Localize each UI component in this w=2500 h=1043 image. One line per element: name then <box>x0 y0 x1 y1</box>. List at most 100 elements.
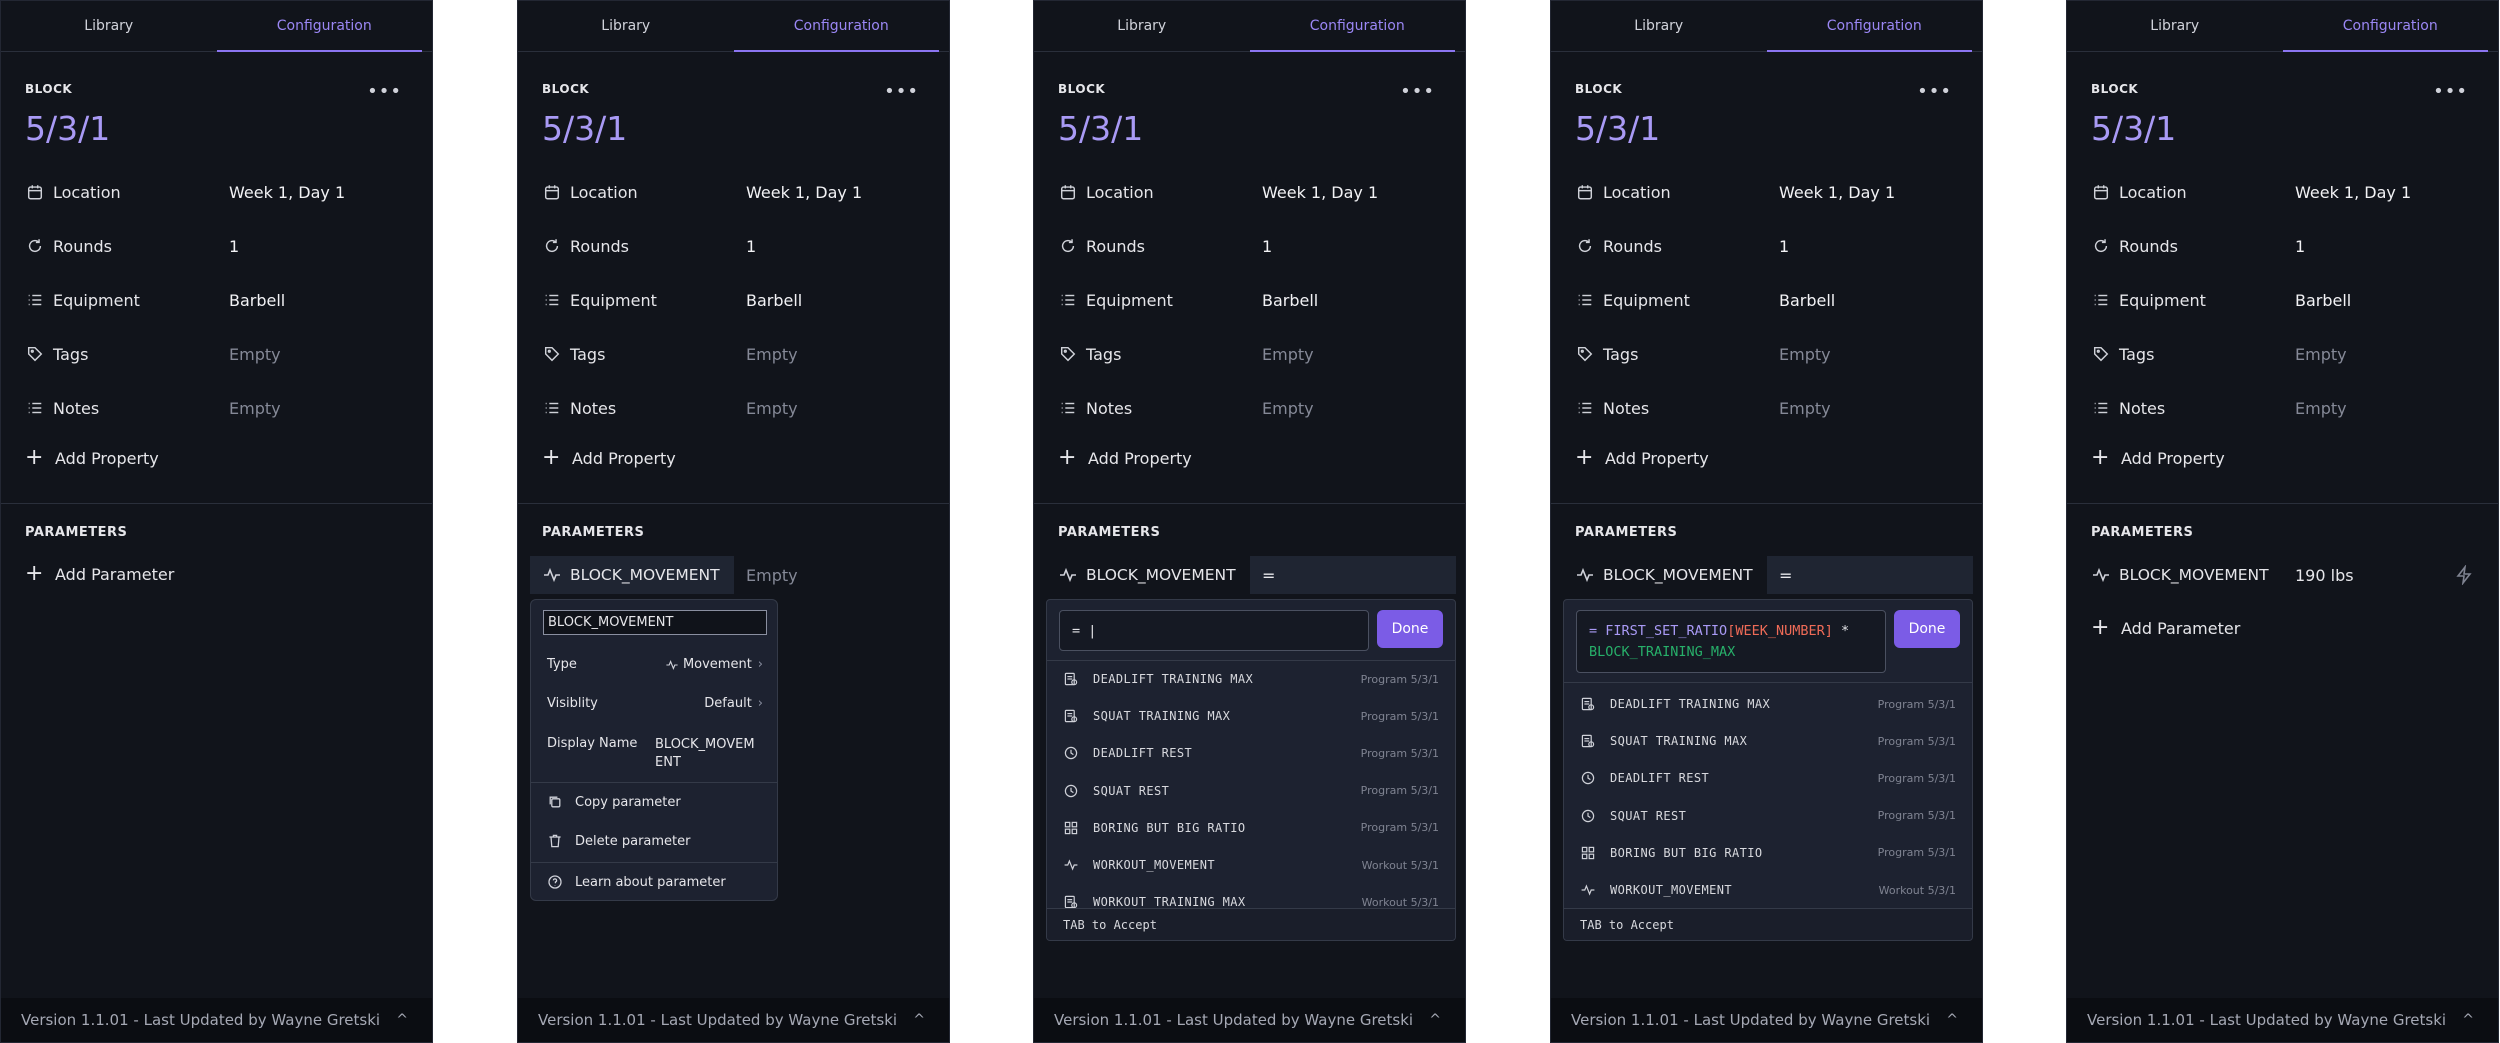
autocomplete-item[interactable]: SQUAT TRAINING MAX Program 5/3/1 <box>1580 729 1956 753</box>
property-value[interactable]: Empty <box>1779 345 1831 364</box>
property-value[interactable]: Week 1, Day 1 <box>746 183 862 202</box>
property-value[interactable]: 1 <box>1779 237 1789 256</box>
property-rounds[interactable]: Rounds 1 <box>2091 231 2481 261</box>
property-value[interactable]: Barbell <box>1262 291 1318 310</box>
property-location[interactable]: Location Week 1, Day 1 <box>542 177 932 207</box>
add-property-button[interactable]: + Add Property <box>1575 447 1709 469</box>
more-options-icon[interactable]: ••• <box>367 81 402 102</box>
more-options-icon[interactable]: ••• <box>2433 81 2468 102</box>
tab-configuration[interactable]: Configuration <box>1766 1 1983 52</box>
property-location[interactable]: Location Week 1, Day 1 <box>2091 177 2481 207</box>
property-value[interactable]: Empty <box>1779 399 1831 418</box>
tab-library[interactable]: Library <box>1034 1 1250 51</box>
chevron-up-icon[interactable]: ^ <box>396 1012 408 1028</box>
visibility-row[interactable]: Visiblity Default › <box>547 696 763 711</box>
parameter-value[interactable]: Empty <box>734 556 940 594</box>
property-location[interactable]: Location Week 1, Day 1 <box>1058 177 1448 207</box>
autocomplete-item[interactable]: BORING BUT BIG RATIO Program 5/3/1 <box>1063 816 1439 840</box>
add-property-button[interactable]: + Add Property <box>1058 447 1192 469</box>
property-tags[interactable]: Tags Empty <box>542 339 932 369</box>
property-rounds[interactable]: Rounds 1 <box>542 231 932 261</box>
parameter-row[interactable]: BLOCK_MOVEMENT 190 lbs <box>2079 556 2489 594</box>
property-value[interactable]: Week 1, Day 1 <box>1779 183 1895 202</box>
autocomplete-item[interactable]: SQUAT REST Program 5/3/1 <box>1063 779 1439 803</box>
add-parameter-button[interactable]: + Add Parameter <box>2091 617 2240 639</box>
property-tags[interactable]: Tags Empty <box>1575 339 1965 369</box>
property-value[interactable]: Empty <box>1262 399 1314 418</box>
tab-configuration[interactable]: Configuration <box>1249 1 1466 52</box>
autocomplete-item[interactable]: SQUAT REST Program 5/3/1 <box>1580 804 1956 828</box>
property-rounds[interactable]: Rounds 1 <box>25 231 415 261</box>
parameter-row[interactable]: BLOCK_MOVEMENT = <box>1563 556 1973 594</box>
tab-configuration[interactable]: Configuration <box>733 1 950 52</box>
tab-library[interactable]: Library <box>2067 1 2283 51</box>
formula-input[interactable]: = | <box>1059 610 1369 651</box>
property-location[interactable]: Location Week 1, Day 1 <box>25 177 415 207</box>
property-rounds[interactable]: Rounds 1 <box>1058 231 1448 261</box>
tab-library[interactable]: Library <box>518 1 734 51</box>
add-property-button[interactable]: + Add Property <box>25 447 159 469</box>
parameter-value[interactable]: = <box>1250 556 1456 594</box>
property-value[interactable]: 1 <box>229 237 239 256</box>
property-value[interactable]: Barbell <box>746 291 802 310</box>
parameter-name-chip[interactable]: BLOCK_MOVEMENT <box>2079 556 2283 594</box>
property-value[interactable]: Barbell <box>229 291 285 310</box>
property-tags[interactable]: Tags Empty <box>25 339 415 369</box>
parameter-name-chip[interactable]: BLOCK_MOVEMENT <box>1563 556 1767 594</box>
property-notes[interactable]: Notes Empty <box>1058 393 1448 423</box>
property-value[interactable]: Empty <box>2295 345 2347 364</box>
property-value[interactable]: Barbell <box>2295 291 2351 310</box>
chevron-up-icon[interactable]: ^ <box>913 1012 925 1028</box>
property-equipment[interactable]: Equipment Barbell <box>25 285 415 315</box>
autocomplete-item[interactable]: WORKOUT_MOVEMENT Workout 5/3/1 <box>1063 853 1439 877</box>
property-location[interactable]: Location Week 1, Day 1 <box>1575 177 1965 207</box>
property-value[interactable]: Empty <box>229 399 281 418</box>
property-equipment[interactable]: Equipment Barbell <box>2091 285 2481 315</box>
property-equipment[interactable]: Equipment Barbell <box>1058 285 1448 315</box>
property-equipment[interactable]: Equipment Barbell <box>542 285 932 315</box>
parameter-name-input[interactable] <box>543 610 767 635</box>
property-value[interactable]: 1 <box>746 237 756 256</box>
property-value[interactable]: Week 1, Day 1 <box>2295 183 2411 202</box>
learn-parameter-link[interactable]: Learn about parameter <box>547 874 726 890</box>
formula-input[interactable]: = FIRST_SET_RATIO[WEEK_NUMBER] * BLOCK_TR… <box>1576 610 1886 673</box>
add-property-button[interactable]: + Add Property <box>542 447 676 469</box>
property-value[interactable]: 1 <box>1262 237 1272 256</box>
more-options-icon[interactable]: ••• <box>1400 81 1435 102</box>
chevron-up-icon[interactable]: ^ <box>1946 1012 1958 1028</box>
done-button[interactable]: Done <box>1894 610 1960 648</box>
parameter-row[interactable]: BLOCK_MOVEMENT Empty <box>530 556 940 594</box>
property-value[interactable]: Empty <box>2295 399 2347 418</box>
parameter-name-chip[interactable]: BLOCK_MOVEMENT <box>530 556 734 594</box>
more-options-icon[interactable]: ••• <box>1917 81 1952 102</box>
property-value[interactable]: Empty <box>746 345 798 364</box>
property-equipment[interactable]: Equipment Barbell <box>1575 285 1965 315</box>
tab-configuration[interactable]: Configuration <box>216 1 433 52</box>
property-value[interactable]: Week 1, Day 1 <box>229 183 345 202</box>
delete-parameter-button[interactable]: Delete parameter <box>547 833 690 849</box>
property-value[interactable]: Empty <box>746 399 798 418</box>
add-parameter-button[interactable]: + Add Parameter <box>25 563 174 585</box>
property-value[interactable]: 1 <box>2295 237 2305 256</box>
property-value[interactable]: Barbell <box>1779 291 1835 310</box>
property-value[interactable]: Week 1, Day 1 <box>1262 183 1378 202</box>
parameter-value[interactable]: = <box>1767 556 1973 594</box>
autocomplete-item[interactable]: BORING BUT BIG RATIO Program 5/3/1 <box>1580 841 1956 865</box>
add-property-button[interactable]: + Add Property <box>2091 447 2225 469</box>
type-row[interactable]: Type Movement › <box>547 657 763 672</box>
copy-parameter-button[interactable]: Copy parameter <box>547 794 681 810</box>
tab-library[interactable]: Library <box>1551 1 1767 51</box>
property-tags[interactable]: Tags Empty <box>1058 339 1448 369</box>
autocomplete-item[interactable]: DEADLIFT REST Program 5/3/1 <box>1063 741 1439 765</box>
property-notes[interactable]: Notes Empty <box>2091 393 2481 423</box>
autocomplete-item[interactable]: DEADLIFT TRAINING MAX Program 5/3/1 <box>1580 692 1956 716</box>
autocomplete-item[interactable]: DEADLIFT REST Program 5/3/1 <box>1580 766 1956 790</box>
property-tags[interactable]: Tags Empty <box>2091 339 2481 369</box>
autocomplete-item[interactable]: DEADLIFT TRAINING MAX Program 5/3/1 <box>1063 667 1439 691</box>
done-button[interactable]: Done <box>1377 610 1443 648</box>
bolt-icon[interactable] <box>2454 564 2474 589</box>
parameter-row[interactable]: BLOCK_MOVEMENT = <box>1046 556 1456 594</box>
chevron-up-icon[interactable]: ^ <box>1429 1012 1441 1028</box>
parameter-name-chip[interactable]: BLOCK_MOVEMENT <box>1046 556 1250 594</box>
display-name-row[interactable]: Display Name BLOCK_MOVEM ENT <box>547 736 763 772</box>
